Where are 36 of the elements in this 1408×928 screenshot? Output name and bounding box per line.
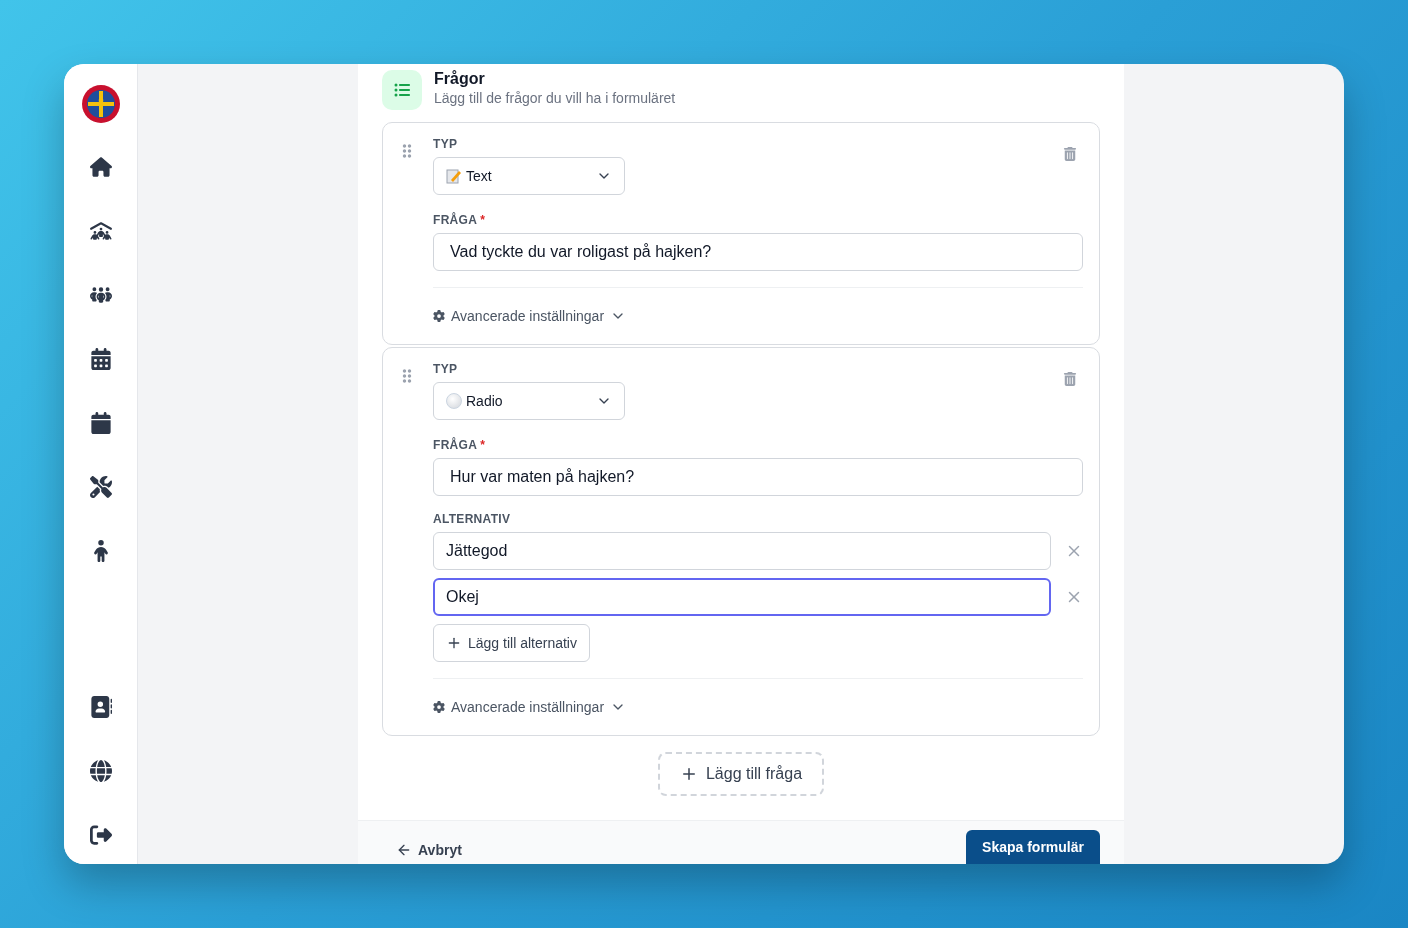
question-field[interactable]: Hur var maten på hajken? xyxy=(433,458,1083,496)
add-question-button[interactable]: Lägg till fråga xyxy=(657,752,825,796)
field-label: TYP xyxy=(433,362,459,376)
gear-icon xyxy=(433,701,445,713)
question-field[interactable]: Vad tyckte du var roligast på hajken? xyxy=(433,233,1083,271)
advanced-settings-toggle[interactable]: Avancerade inställningar xyxy=(433,296,627,336)
field-label: TYP xyxy=(433,137,459,151)
calendar-icon[interactable] xyxy=(89,412,112,434)
memo-icon xyxy=(446,168,462,184)
tools-icon[interactable] xyxy=(89,476,112,498)
home-icon[interactable] xyxy=(89,156,112,178)
globe-icon[interactable] xyxy=(89,760,112,782)
calendar-icon[interactable] xyxy=(89,348,112,370)
option-field[interactable]: Okej xyxy=(433,578,1051,616)
gear-icon xyxy=(433,310,445,322)
field-label: FRÅGA * xyxy=(433,213,487,227)
plus-icon xyxy=(446,635,462,651)
type-select[interactable]: Radio xyxy=(433,382,625,420)
radio-icon xyxy=(446,393,462,409)
section-title: Frågor xyxy=(434,70,486,88)
people-roof-icon[interactable] xyxy=(89,220,112,242)
cancel-link[interactable]: Avbryt xyxy=(396,842,462,858)
advanced-settings-toggle[interactable]: Avancerade inställningar xyxy=(433,687,627,727)
contacts-icon[interactable] xyxy=(89,696,112,718)
add-option-button[interactable]: Lägg till alternativ xyxy=(433,624,590,662)
submit-button[interactable]: Skapa formulär xyxy=(966,830,1100,864)
logo-icon[interactable] xyxy=(80,84,121,124)
section-subtitle: Lägg till de frågor du vill ha i formuläret xyxy=(434,90,676,106)
field-label: ALTERNATIV xyxy=(433,512,512,526)
option-field[interactable]: Jättegod xyxy=(433,532,1051,570)
arrow-left-icon xyxy=(396,842,412,858)
people-group-icon[interactable] xyxy=(89,284,112,306)
list-icon xyxy=(382,70,422,110)
type-select[interactable]: Text xyxy=(433,157,625,195)
logout-icon[interactable] xyxy=(89,824,112,846)
field-label: FRÅGA * xyxy=(433,438,487,452)
